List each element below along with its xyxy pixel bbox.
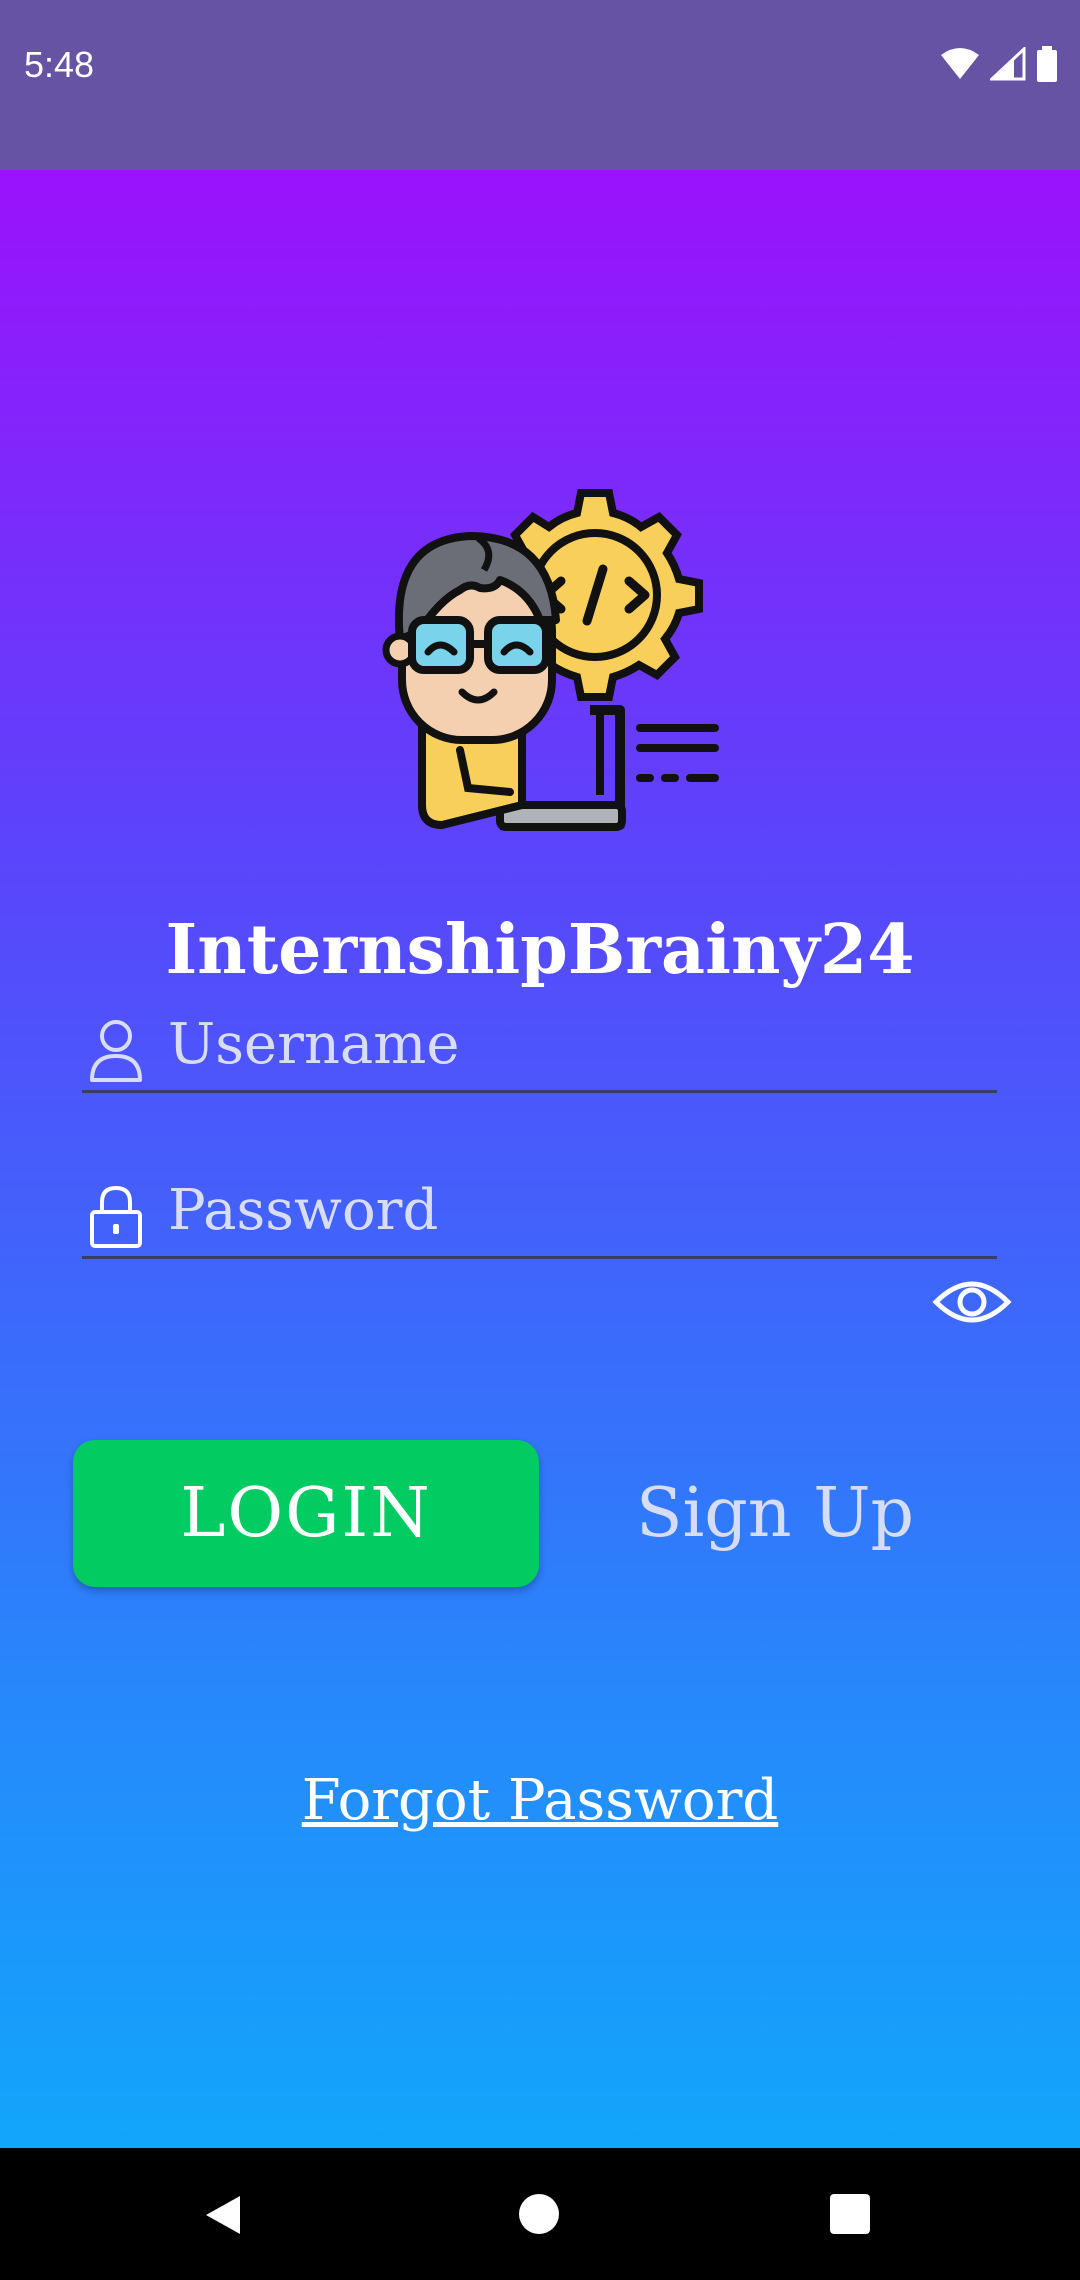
battery-icon (1037, 46, 1057, 82)
lock-icon (90, 1185, 142, 1248)
password-field[interactable]: Password (82, 1166, 997, 1259)
eye-icon[interactable] (932, 1274, 1012, 1330)
recents-icon[interactable] (830, 2194, 870, 2234)
status-time: 5:48 (24, 44, 95, 85)
login-content: InternshipBrainy24 (0, 170, 1080, 2148)
back-icon[interactable] (200, 2192, 246, 2238)
home-icon[interactable] (519, 2194, 559, 2234)
username-field[interactable]: Username (82, 1000, 997, 1093)
signal-icon (990, 47, 1026, 81)
user-icon (90, 1020, 142, 1082)
navigation-bar (0, 2148, 1080, 2280)
wifi-icon (941, 48, 979, 79)
password-placeholder: Password (168, 1178, 439, 1243)
login-button[interactable]: LOGIN (73, 1440, 539, 1587)
forgot-password-link[interactable]: Forgot Password (0, 1768, 1080, 1833)
status-icons (940, 46, 1058, 82)
status-bar: 5:48 (0, 0, 1080, 170)
signup-button[interactable]: Sign Up (610, 1440, 940, 1587)
developer-logo-icon (382, 489, 719, 831)
username-placeholder: Username (168, 1012, 460, 1077)
login-screen: 5:48 InternshipBrainy24 Username Passwor… (0, 0, 1080, 2280)
app-title: InternshipBrainy24 (165, 910, 915, 990)
